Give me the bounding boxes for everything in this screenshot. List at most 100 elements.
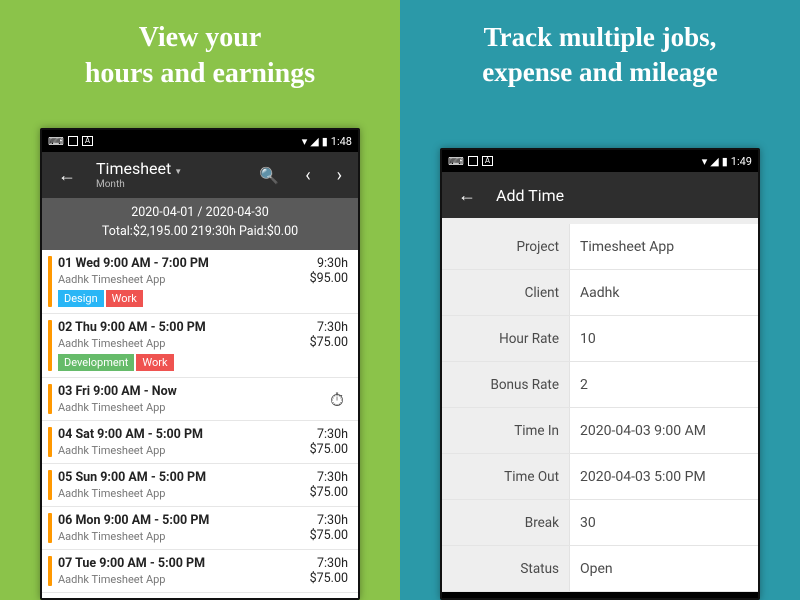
app-bar: ← Add Time bbox=[442, 172, 758, 218]
row-hours: 7:30h bbox=[310, 427, 348, 442]
color-stripe bbox=[48, 427, 52, 457]
color-stripe bbox=[48, 320, 52, 371]
add-time-form: Project Timesheet App Client Aadhk Hour … bbox=[442, 218, 758, 592]
label-project: Project bbox=[442, 224, 570, 269]
marketing-panel-left: View your hours and earnings ⌨ A ▾ ◢ ▮ 1… bbox=[0, 0, 400, 600]
marketing-panel-right: Track multiple jobs, expense and mileage… bbox=[400, 0, 800, 600]
headline-right-l1: Track multiple jobs, bbox=[400, 20, 800, 55]
value-bonus-rate: 2 bbox=[570, 362, 758, 407]
search-icon[interactable]: 🔍 bbox=[253, 162, 285, 189]
tag: Design bbox=[58, 290, 104, 307]
summary-range: 2020-04-01 / 2020-04-30 bbox=[46, 204, 354, 223]
row-content: 04 Sat 9:00 AM - 5:00 PM Aadhk Timesheet … bbox=[58, 427, 304, 457]
label-hour-rate: Hour Rate bbox=[442, 316, 570, 361]
appbar-subtitle: Month bbox=[96, 179, 182, 190]
label-break: Break bbox=[442, 500, 570, 545]
row-amount: $75.00 bbox=[310, 485, 348, 500]
label-client: Client bbox=[442, 270, 570, 315]
row-time-range: 07 Tue 9:00 AM - 5:00 PM bbox=[58, 556, 304, 571]
field-break[interactable]: Break 30 bbox=[442, 500, 758, 546]
row-amount: $75.00 bbox=[310, 528, 348, 543]
value-project: Timesheet App bbox=[570, 224, 758, 269]
field-client[interactable]: Client Aadhk bbox=[442, 270, 758, 316]
row-amount: $75.00 bbox=[310, 571, 348, 586]
status-bar: ⌨ A ▾ ◢ ▮ 1:48 bbox=[42, 130, 358, 152]
battery-icon: ▮ bbox=[722, 156, 728, 167]
table-row[interactable]: 03 Fri 9:00 AM - NowAadhk Timesheet App ⏱ bbox=[42, 378, 358, 421]
value-hour-rate: 10 bbox=[570, 316, 758, 361]
value-status: Open bbox=[570, 546, 758, 591]
row-project: Aadhk Timesheet App bbox=[58, 337, 304, 350]
value-time-in: 2020-04-03 9:00 AM bbox=[570, 408, 758, 453]
row-content: 01 Wed 9:00 AM - 7:00 PM Aadhk Timesheet … bbox=[58, 256, 304, 307]
table-row[interactable]: 07 Tue 9:00 AM - 5:00 PMAadhk Timesheet … bbox=[42, 550, 358, 593]
row-content: 07 Tue 9:00 AM - 5:00 PMAadhk Timesheet … bbox=[58, 556, 304, 586]
row-hours: 7:30h bbox=[310, 470, 348, 485]
table-row[interactable]: 08 Wed 9:00 AM - 5:00 PMAadhk Timesheet … bbox=[42, 593, 358, 600]
title-dropdown[interactable]: Timesheet▼ Month bbox=[96, 160, 182, 191]
status-time: 1:48 bbox=[331, 135, 352, 148]
row-amount: $95.00 bbox=[310, 271, 348, 286]
wifi-icon: ▾ bbox=[702, 156, 708, 167]
row-hours: 9:30h bbox=[310, 256, 348, 271]
row-amount: $75.00 bbox=[310, 335, 348, 350]
timesheet-list[interactable]: 01 Wed 9:00 AM - 7:00 PM Aadhk Timesheet … bbox=[42, 250, 358, 600]
row-amount: $75.00 bbox=[310, 442, 348, 457]
row-time-range: 02 Thu 9:00 AM - 5:00 PM bbox=[58, 320, 304, 335]
table-row[interactable]: 05 Sun 9:00 AM - 5:00 PMAadhk Timesheet … bbox=[42, 464, 358, 507]
row-tags: DevelopmentWork bbox=[58, 354, 304, 371]
label-time-out: Time Out bbox=[442, 454, 570, 499]
value-break: 30 bbox=[570, 500, 758, 545]
color-stripe bbox=[48, 384, 52, 414]
phone-addtime: ⌨ A ▾ ◢ ▮ 1:49 ← Add Time Project Timesh… bbox=[440, 148, 760, 600]
prev-icon[interactable]: ‹ bbox=[299, 161, 316, 190]
appbar-title: Add Time bbox=[496, 186, 564, 205]
color-stripe bbox=[48, 256, 52, 307]
signal-icon: ◢ bbox=[710, 156, 718, 167]
row-totals: 7:30h$75.00 bbox=[310, 470, 348, 500]
row-totals: ⏱ bbox=[326, 384, 348, 414]
headline-left-l1: View your bbox=[0, 20, 400, 56]
row-totals: 7:30h$75.00 bbox=[310, 556, 348, 586]
keyboard-icon: ⌨ bbox=[48, 136, 64, 147]
field-status[interactable]: Status Open bbox=[442, 546, 758, 592]
tag: Work bbox=[136, 354, 173, 371]
status-a-icon: A bbox=[82, 136, 93, 146]
label-bonus-rate: Bonus Rate bbox=[442, 362, 570, 407]
keyboard-icon: ⌨ bbox=[448, 156, 464, 167]
stopwatch-icon[interactable]: ⏱ bbox=[326, 390, 348, 412]
row-content: 02 Thu 9:00 AM - 5:00 PM Aadhk Timesheet … bbox=[58, 320, 304, 371]
row-project: Aadhk Timesheet App bbox=[58, 444, 304, 457]
back-icon[interactable]: ← bbox=[452, 181, 482, 210]
appbar-title: Timesheet bbox=[96, 159, 171, 178]
tag: Development bbox=[58, 354, 134, 371]
status-bar: ⌨ A ▾ ◢ ▮ 1:49 bbox=[442, 150, 758, 172]
color-stripe bbox=[48, 470, 52, 500]
row-time-range: 06 Mon 9:00 AM - 5:00 PM bbox=[58, 513, 304, 528]
headline-right: Track multiple jobs, expense and mileage bbox=[400, 0, 800, 104]
row-time-range: 04 Sat 9:00 AM - 5:00 PM bbox=[58, 427, 304, 442]
status-square-icon bbox=[68, 136, 78, 146]
row-hours: 7:30h bbox=[310, 320, 348, 335]
table-row[interactable]: 01 Wed 9:00 AM - 7:00 PM Aadhk Timesheet … bbox=[42, 250, 358, 314]
field-time-in[interactable]: Time In 2020-04-03 9:00 AM bbox=[442, 408, 758, 454]
tag: Work bbox=[106, 290, 143, 307]
table-row[interactable]: 02 Thu 9:00 AM - 5:00 PM Aadhk Timesheet … bbox=[42, 314, 358, 378]
next-icon[interactable]: › bbox=[331, 161, 348, 190]
signal-icon: ◢ bbox=[310, 136, 318, 147]
color-stripe bbox=[48, 513, 52, 543]
row-time-range: 01 Wed 9:00 AM - 7:00 PM bbox=[58, 256, 304, 271]
status-square-icon bbox=[468, 156, 478, 166]
field-project[interactable]: Project Timesheet App bbox=[442, 224, 758, 270]
label-status: Status bbox=[442, 546, 570, 591]
back-icon[interactable]: ← bbox=[52, 161, 82, 190]
field-bonus-rate[interactable]: Bonus Rate 2 bbox=[442, 362, 758, 408]
table-row[interactable]: 04 Sat 9:00 AM - 5:00 PM Aadhk Timesheet … bbox=[42, 421, 358, 464]
dropdown-icon: ▼ bbox=[174, 167, 182, 176]
table-row[interactable]: 06 Mon 9:00 AM - 5:00 PMAadhk Timesheet … bbox=[42, 507, 358, 550]
headline-right-l2: expense and mileage bbox=[400, 55, 800, 90]
row-content: 03 Fri 9:00 AM - NowAadhk Timesheet App bbox=[58, 384, 320, 414]
field-hour-rate[interactable]: Hour Rate 10 bbox=[442, 316, 758, 362]
row-project: Aadhk Timesheet App bbox=[58, 273, 304, 286]
field-time-out[interactable]: Time Out 2020-04-03 5:00 PM bbox=[442, 454, 758, 500]
